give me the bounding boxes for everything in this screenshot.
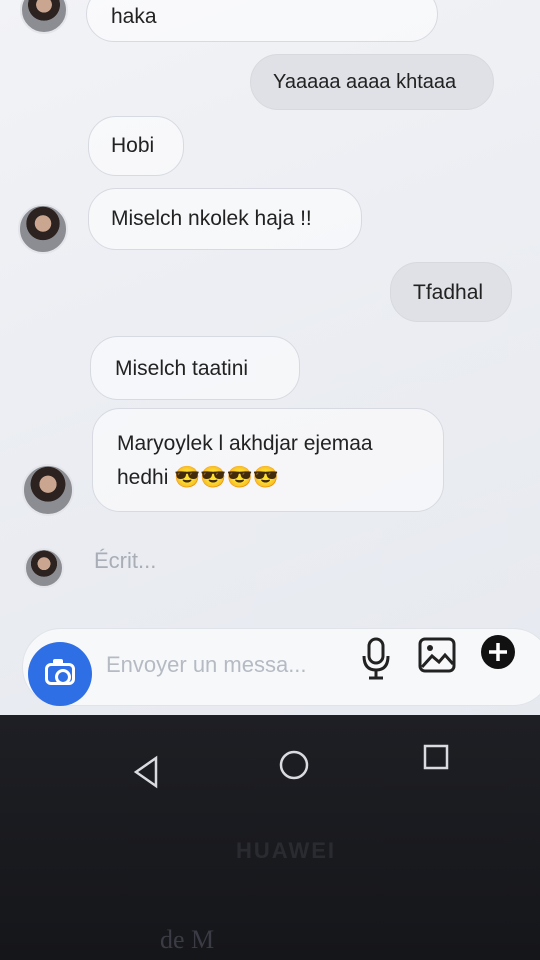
message-bubble-incoming[interactable]: Maryoylek l akhdjar ejemaa hedhi 😎😎😎😎 xyxy=(92,408,444,512)
home-icon[interactable] xyxy=(278,749,310,781)
message-bubble-incoming[interactable]: Hobi xyxy=(88,116,184,176)
camera-icon xyxy=(45,659,75,685)
contact-avatar[interactable] xyxy=(22,464,74,516)
message-input[interactable] xyxy=(106,652,336,678)
message-bubble-incoming[interactable]: haka xyxy=(86,0,438,42)
image-icon[interactable] xyxy=(418,637,456,673)
device-brand-label: HUAWEI xyxy=(236,838,336,863)
message-text: Miselch taatini xyxy=(115,357,249,380)
contact-avatar[interactable] xyxy=(18,204,68,254)
message-bubble-outgoing[interactable]: Tfadhal xyxy=(390,262,512,322)
microphone-icon[interactable] xyxy=(360,636,392,682)
plus-icon[interactable] xyxy=(480,634,516,670)
back-icon[interactable] xyxy=(132,755,160,789)
message-text: Hobi xyxy=(111,134,155,157)
message-text: Tfadhal xyxy=(413,281,484,304)
message-text: Yaaaaa aaaa khtaaa xyxy=(273,71,457,93)
contact-avatar[interactable] xyxy=(20,0,68,34)
message-text: Miselch nkolek haja !! xyxy=(111,207,312,230)
camera-button[interactable] xyxy=(28,642,92,706)
typing-indicator: Écrit... xyxy=(94,548,157,573)
background-text: de M xyxy=(160,925,215,954)
message-bubble-incoming[interactable]: Miselch nkolek haja !! xyxy=(88,188,362,250)
message-text: haka xyxy=(111,5,157,28)
recents-icon[interactable] xyxy=(422,743,450,771)
message-text-line: hedhi 😎😎😎😎 xyxy=(117,466,279,489)
chat-screen: haka Yaaaaa aaaa khtaaa Hobi Miselch nko… xyxy=(0,0,540,748)
message-bubble-incoming[interactable]: Miselch taatini xyxy=(90,336,300,400)
message-bubble-outgoing[interactable]: Yaaaaa aaaa khtaaa xyxy=(250,54,494,110)
contact-avatar[interactable] xyxy=(24,548,64,588)
message-text-line: Maryoylek l akhdjar ejemaa xyxy=(117,432,373,455)
